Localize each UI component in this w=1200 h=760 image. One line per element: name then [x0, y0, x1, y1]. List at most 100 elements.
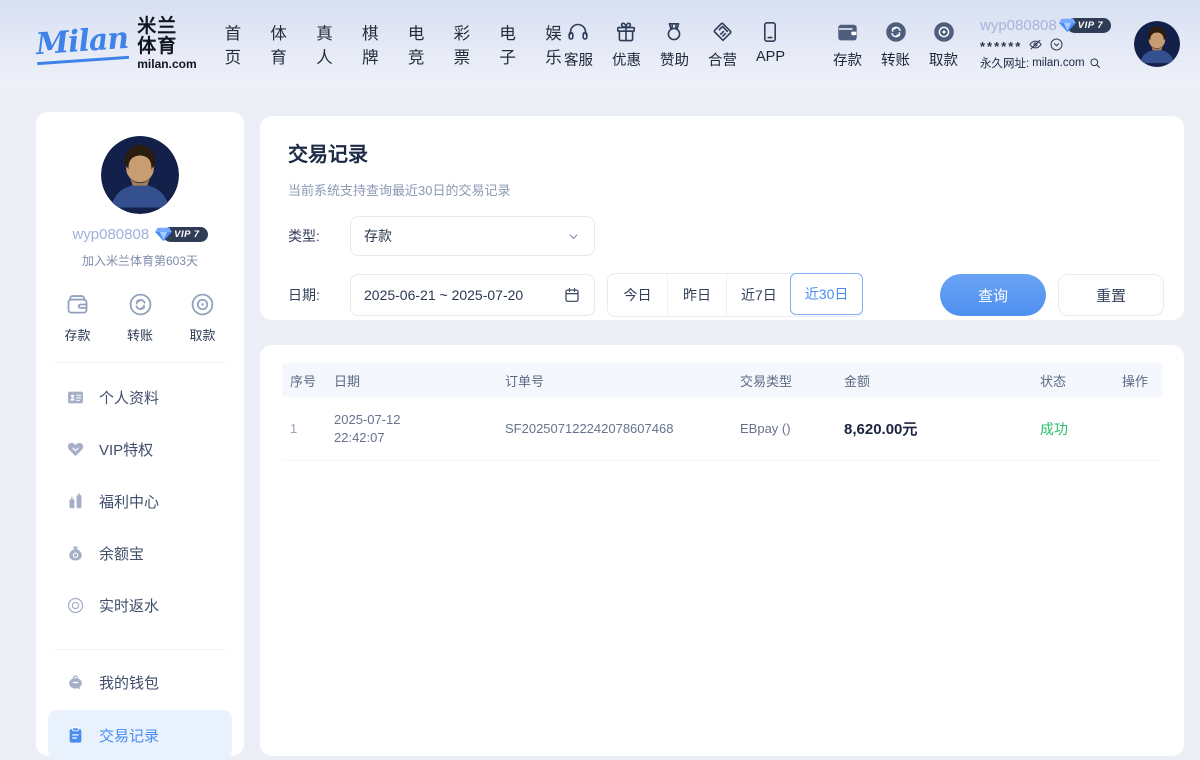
search-button[interactable]: 查询	[940, 274, 1046, 316]
avatar[interactable]	[1134, 21, 1180, 67]
user-info-block: wyp080808 VIP 7 ****** 永久网址:	[980, 17, 1120, 71]
user-line-identity: wyp080808 VIP 7	[980, 17, 1120, 34]
cell-date: 2025-07-12 22:42:07	[334, 411, 505, 447]
vip-gem-icon	[66, 440, 85, 459]
top-navbar: Milan 米兰体育 milan.com 首页 体育 真人 棋牌 电竞 彩票 电…	[0, 0, 1200, 88]
table-header-row: 序号 日期 订单号 交易类型 金额 状态 操作	[282, 363, 1162, 397]
phone-icon	[758, 18, 782, 44]
sidebar-menu: 个人资料 VIP特权 福利中心 余额宝 实时返水	[36, 369, 244, 760]
gift-icon	[614, 18, 638, 44]
money-bag-icon	[66, 544, 85, 563]
chevron-circle-icon[interactable]	[1049, 37, 1064, 52]
chevron-down-icon	[566, 229, 581, 244]
sidebar-transfer-shortcut[interactable]: 转账	[127, 291, 154, 344]
cell-date-day: 2025-07-12	[334, 411, 505, 429]
type-label: 类型:	[288, 226, 322, 246]
brand-logo[interactable]: Milan 米兰体育 milan.com	[36, 17, 197, 72]
nav-item-lottery[interactable]: 彩票	[454, 20, 473, 68]
sidebar-username: wyp080808	[72, 226, 149, 243]
main-nav: 首页 体育 真人 棋牌 电竞 彩票 电子 娱乐	[225, 20, 564, 68]
date-filter-row: 日期: 2025-06-21 ~ 2025-07-20 今日 昨日 近7日 近3…	[288, 273, 1164, 317]
sidebar-item-my-wallet[interactable]: 我的钱包	[36, 656, 244, 708]
sidebar-item-rebate[interactable]: 实时返水	[36, 579, 244, 631]
rebate-icon	[66, 596, 85, 615]
app-button[interactable]: APP	[756, 18, 785, 65]
navbar-right: 客服 优惠 赞助 合营	[564, 17, 1180, 71]
permanent-url-value: milan.com	[1032, 57, 1084, 69]
brand-name-cn: 米兰体育	[137, 17, 196, 59]
sidebar-item-vip[interactable]: VIP特权	[36, 423, 244, 475]
cell-date-time: 22:42:07	[334, 429, 505, 447]
sidebar-item-welfare[interactable]: 福利中心	[36, 475, 244, 527]
brand-domain: milan.com	[137, 58, 196, 71]
header-index: 序号	[282, 371, 334, 390]
sidebar-withdraw-shortcut[interactable]: 取款	[189, 291, 216, 344]
sidebar-item-profile[interactable]: 个人资料	[36, 371, 244, 423]
nav-item-live[interactable]: 真人	[316, 20, 335, 68]
sidebar-wallet-shortcuts: 存款 转账 取款	[36, 291, 244, 344]
wallet-outline-icon	[64, 291, 91, 318]
service-button[interactable]: 客服	[564, 18, 593, 70]
nav-item-sports[interactable]: 体育	[270, 20, 289, 68]
sidebar-join-text: 加入米兰体育第603天	[36, 252, 244, 269]
date-range-input[interactable]: 2025-06-21 ~ 2025-07-20	[350, 274, 595, 316]
masked-balance: ******	[980, 37, 1022, 52]
range-7days-button[interactable]: 近7日	[726, 274, 791, 316]
nav-item-cards[interactable]: 棋牌	[362, 20, 381, 68]
withdraw-outline-icon	[189, 291, 216, 318]
deposit-button[interactable]: 存款	[833, 18, 862, 70]
sidebar-avatar	[101, 136, 179, 214]
sidebar-vip-badge: VIP 7	[155, 227, 207, 242]
sidebar-deposit-shortcut[interactable]: 存款	[64, 291, 91, 344]
sidebar-item-yuebao[interactable]: 余额宝	[36, 527, 244, 579]
brand-logo-script: Milan	[35, 23, 129, 64]
withdraw-filled-icon	[932, 18, 956, 44]
partner-button[interactable]: 合营	[708, 18, 737, 70]
nav-item-entertainment[interactable]: 娱乐	[545, 20, 564, 68]
cell-order-no: SF202507122242078607468	[505, 421, 740, 436]
sponsor-button[interactable]: 赞助	[660, 18, 689, 70]
permanent-url-row: 永久网址: milan.com	[980, 55, 1120, 71]
date-range-value: 2025-06-21 ~ 2025-07-20	[364, 287, 523, 303]
search-icon[interactable]	[1088, 56, 1102, 70]
type-filter-row: 类型: 存款	[288, 216, 1164, 256]
sidebar-item-transactions[interactable]: 交易记录	[48, 710, 232, 760]
sidebar-user-row: wyp080808 VIP 7	[36, 226, 244, 243]
eye-off-icon[interactable]	[1028, 37, 1043, 52]
sidebar-divider	[54, 362, 226, 363]
range-yesterday-button[interactable]: 昨日	[667, 274, 726, 316]
calendar-icon	[563, 286, 581, 304]
withdraw-button[interactable]: 取款	[929, 18, 958, 70]
type-select[interactable]: 存款	[350, 216, 595, 256]
date-label: 日期:	[288, 285, 322, 305]
nav-item-esports[interactable]: 电竞	[408, 20, 427, 68]
range-30days-button[interactable]: 近30日	[790, 273, 864, 315]
vip-badge: VIP 7	[1059, 18, 1111, 33]
my-wallet-icon	[66, 673, 85, 692]
transfer-button[interactable]: 转账	[881, 18, 910, 70]
vip-gem-icon	[1059, 18, 1076, 33]
permanent-url-label: 永久网址:	[980, 55, 1029, 71]
wallet-filled-icon	[835, 18, 860, 44]
cell-index: 1	[282, 421, 334, 436]
promo-button[interactable]: 优惠	[612, 18, 641, 70]
nav-item-home[interactable]: 首页	[225, 20, 244, 68]
username: wyp080808	[980, 17, 1057, 34]
handshake-icon	[710, 18, 734, 44]
user-line-balance: ******	[980, 37, 1120, 52]
header-date: 日期	[334, 371, 505, 390]
transactions-table-card: 序号 日期 订单号 交易类型 金额 状态 操作 1 2025-07-12 22:…	[260, 345, 1184, 756]
header-action: 操作	[1122, 371, 1162, 390]
header-amount: 金额	[844, 371, 1040, 390]
range-today-button[interactable]: 今日	[608, 274, 667, 316]
header-status: 状态	[1040, 371, 1122, 390]
welfare-icon	[66, 492, 85, 511]
transfer-filled-icon	[884, 18, 908, 44]
cell-type: EBpay ()	[740, 421, 844, 436]
brand-names: 米兰体育 milan.com	[137, 17, 196, 72]
nav-item-slots[interactable]: 电子	[499, 20, 518, 68]
reset-button[interactable]: 重置	[1058, 274, 1164, 316]
type-select-value: 存款	[364, 226, 392, 246]
page-title: 交易记录	[288, 138, 1164, 167]
sidebar-divider	[54, 649, 226, 650]
